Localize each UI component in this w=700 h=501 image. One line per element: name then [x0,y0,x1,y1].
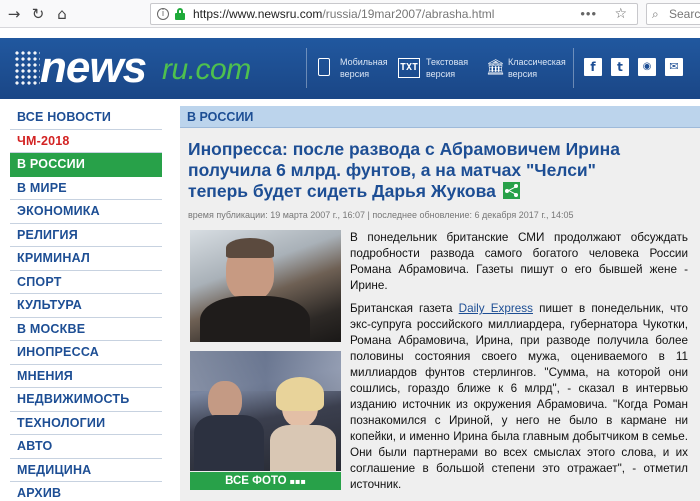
url-path: /russia/19mar2007/abrasha.html [322,7,495,21]
article-meta: время публикации: 19 марта 2007 г., 16:0… [188,210,574,220]
classic-version-link[interactable]: 🏛 Классическая версия [486,56,576,82]
home-icon[interactable]: ⌂ [52,4,72,24]
bookmark-star-icon[interactable]: ☆ [614,4,627,24]
sidebar-item-world[interactable]: В МИРЕ [10,177,162,200]
section-title[interactable]: В РОССИИ [187,106,253,128]
sidebar-item-opinions[interactable]: МНЕНИЯ [10,365,162,388]
sidebar-item-wc-2018[interactable]: ЧМ-2018 [10,130,162,153]
mobile-phone-icon [318,58,330,76]
txt-icon: TXT [398,58,420,78]
lock-icon[interactable] [175,8,185,20]
browser-toolbar: → ↻ ⌂ i https://www.newsru.com/russia/19… [0,0,700,28]
search-input[interactable]: ⌕ Search [646,3,700,25]
sidebar-item-inopressa[interactable]: ИНОПРЕССА [10,341,162,365]
sidebar-item-crime[interactable]: КРИМИНАЛ [10,247,162,271]
classic-version-label: Классическая версия [508,56,566,80]
text-version-link[interactable]: TXT Текстовая версия [398,56,478,82]
url-text[interactable]: https://www.newsru.com/russia/19mar2007/… [193,4,494,24]
sidebar-item-moscow[interactable]: В МОСКВЕ [10,318,162,341]
sidebar-item-tech[interactable]: ТЕХНОЛОГИИ [10,412,162,435]
article-title-text: Инопресса: после развода с Абрамовичем И… [188,139,620,201]
classic-version-line2: версия [508,69,538,79]
text-version-line1: Текстовая [426,57,469,67]
sidebar-item-sport[interactable]: СПОРТ [10,271,162,294]
article-panel: В РОССИИ Инопресса: после развода с Абра… [180,106,700,501]
logo-dots-icon [14,50,40,86]
facebook-icon[interactable]: f [584,58,602,76]
article-body: В понедельник британские СМИ продолжают … [350,230,688,500]
header-divider [573,48,574,88]
address-bar[interactable]: i https://www.newsru.com/russia/19mar200… [150,3,638,25]
paragraph-text: пишет в понедельник, что экс-супруга рос… [350,302,688,491]
sidebar-item-all-news[interactable]: ВСЕ НОВОСТИ [10,106,162,130]
article-paragraph: Британская газета Daily Express пишет в … [350,301,688,493]
twitter-icon[interactable]: t [611,58,629,76]
logo-news-text: news [40,43,147,92]
sidebar-item-archive[interactable]: АРХИВ [10,482,162,501]
url-host: https://www.newsru.com [193,7,323,21]
section-header: В РОССИИ [180,106,700,128]
mobile-version-line1: Мобильная [340,57,388,67]
page-actions-icon[interactable]: ••• [580,4,597,24]
sidebar-item-culture[interactable]: КУЛЬТУРА [10,294,162,318]
article-title: Инопресса: после развода с Абрамовичем И… [188,139,658,202]
paragraph-text: Британская газета [350,302,459,315]
gallery-dots-icon: ▪▪▪ [289,477,306,486]
sidebar-item-economy[interactable]: ЭКОНОМИКА [10,200,162,224]
text-version-label: Текстовая версия [426,56,468,80]
sidebar-item-russia[interactable]: В РОССИИ [10,153,162,177]
sidebar-item-realty[interactable]: НЕДВИЖИМОСТЬ [10,388,162,412]
all-photos-button[interactable]: ВСЕ ФОТО ▪▪▪ [190,472,341,490]
site-logo[interactable]: news ru.com [10,40,300,96]
classic-version-line1: Классическая [508,57,566,67]
share-icon[interactable] [502,182,520,199]
mobile-version-label: Мобильная версия [340,56,388,80]
vk-icon[interactable]: ✉ [665,58,683,76]
sidebar-item-auto[interactable]: АВТО [10,435,162,459]
sidebar-item-medicine[interactable]: МЕДИЦИНА [10,459,162,482]
text-version-line2: версия [426,69,456,79]
search-icon: ⌕ [652,7,659,21]
sidebar-item-religion[interactable]: РЕЛИГИЯ [10,224,162,247]
all-photos-label: ВСЕ ФОТО [225,475,287,487]
search-placeholder: Search [669,7,700,21]
column-icon: 🏛 [486,58,506,76]
sidebar-nav: ВСЕ НОВОСТИ ЧМ-2018 В РОССИИ В МИРЕ ЭКОН… [10,106,162,501]
info-icon[interactable]: i [157,8,169,20]
site-header: news ru.com Мобильная версия TXT Текстова… [0,38,700,99]
article-paragraph: В понедельник британские СМИ продолжают … [350,231,688,292]
article-photo-1[interactable] [190,230,341,342]
mobile-version-line2: версия [340,69,370,79]
header-divider [306,48,307,88]
rss-icon[interactable]: ◉ [638,58,656,76]
article-photo-2[interactable] [190,351,341,471]
reload-icon[interactable]: ↻ [28,4,48,24]
mobile-version-link[interactable]: Мобильная версия [318,56,390,82]
daily-express-link[interactable]: Daily Express [459,302,533,315]
logo-ru-text: ru.com [162,53,251,86]
back-arrow-icon[interactable]: → [4,4,24,24]
